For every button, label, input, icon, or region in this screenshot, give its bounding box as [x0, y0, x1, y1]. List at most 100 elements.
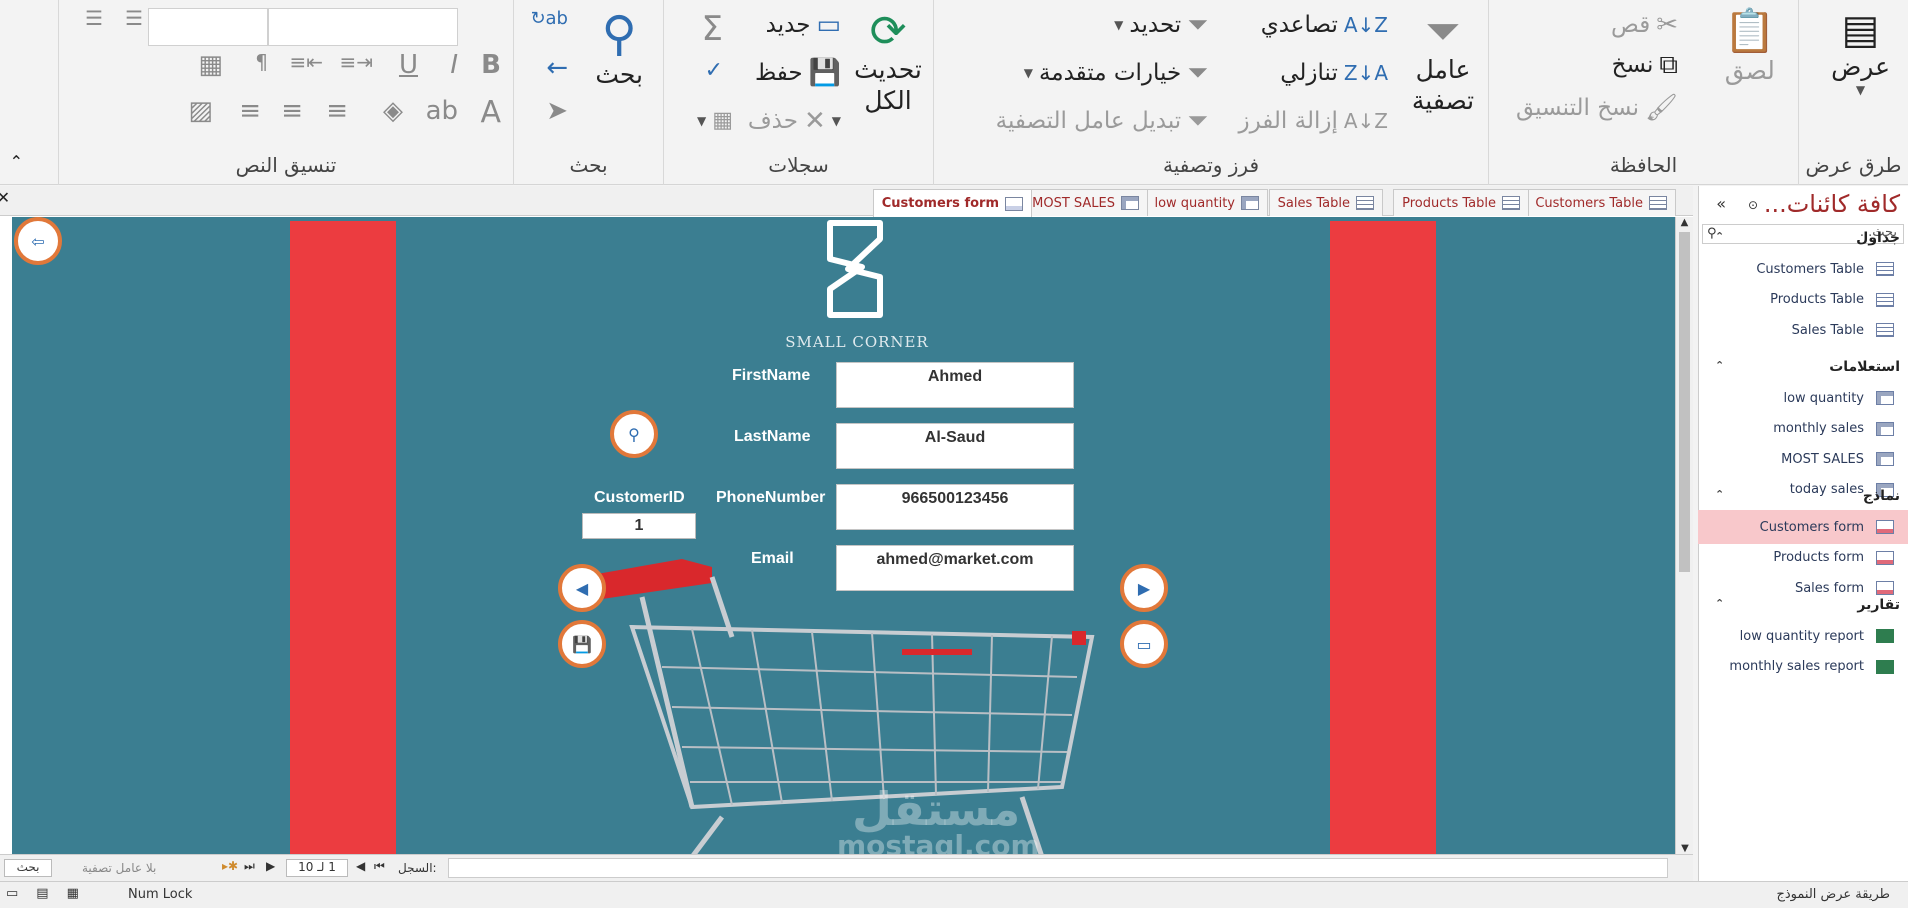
first-record-icon[interactable]: ⏮ — [374, 859, 385, 874]
last-record-icon[interactable]: ⏭ — [244, 859, 255, 874]
new-record-button[interactable]: ▭ جديد — [766, 12, 841, 38]
view-mode-icons[interactable]: ▭▤▦ — [6, 886, 97, 901]
indent-button[interactable]: ⇥≡ — [339, 52, 373, 72]
tab-low-quantity[interactable]: low quantity — [1145, 189, 1268, 216]
alt-row-icon: ▨ — [188, 96, 213, 126]
ascending-button[interactable]: A↓Z تصاعدي — [1261, 12, 1388, 38]
pane-item[interactable]: Products form — [1698, 541, 1908, 575]
spelling-button[interactable]: ✓ — [705, 60, 723, 82]
pane-item[interactable]: Customers form — [1698, 510, 1908, 544]
pane-menu-icon[interactable]: ⊙ — [1748, 198, 1758, 212]
new-record-form-button[interactable]: ▭ — [1120, 620, 1168, 668]
tab-products-table[interactable]: Products Table — [1393, 189, 1529, 216]
find-button[interactable]: ⚲ بحث — [595, 10, 643, 89]
more-records-button[interactable]: ▦ ▼ — [697, 110, 733, 132]
next-record-icon[interactable]: ▶ — [266, 859, 275, 873]
italic-button[interactable]: I — [450, 52, 458, 78]
toggle-filter-button[interactable]: ⏷ تبديل عامل التصفية — [996, 108, 1208, 134]
pane-item[interactable]: monthly sales report — [1698, 650, 1908, 684]
pane-title[interactable]: كافة كائنات... — [1764, 190, 1900, 218]
report-icon — [1876, 659, 1894, 674]
paragraph-button[interactable]: ¶ — [255, 52, 268, 72]
horizontal-scrollbar[interactable] — [448, 858, 1668, 878]
prev-record-icon[interactable]: ◀ — [356, 859, 365, 873]
lastname-field[interactable]: Al-Saud — [836, 423, 1074, 469]
scroll-thumb[interactable] — [1679, 232, 1690, 572]
format-painter-label: نسخ التنسيق — [1515, 95, 1639, 121]
vertical-scrollbar[interactable]: ▲ ▼ — [1675, 217, 1693, 854]
pane-section-header[interactable]: استعلامات ⌃ — [1705, 359, 1900, 375]
tab-customers-table[interactable]: Customers Table — [1526, 189, 1676, 216]
paste-icon: 📋 — [1723, 6, 1776, 55]
font-color-button[interactable]: A — [480, 98, 501, 128]
underline-button[interactable]: U — [399, 52, 418, 78]
goto-button[interactable]: ← — [546, 55, 568, 81]
pane-item[interactable]: low quantity report — [1698, 619, 1908, 653]
indent-icon: ⇥≡ — [339, 50, 373, 74]
firstname-field[interactable]: Ahmed — [836, 362, 1074, 408]
cursor-icon: ➤ — [546, 96, 568, 126]
align-center-button[interactable]: ≡ — [281, 98, 303, 124]
pane-item[interactable]: Sales Table — [1698, 313, 1908, 347]
alt-row-color-button[interactable]: ▨ — [188, 98, 213, 124]
totals-button[interactable]: Σ — [702, 12, 723, 46]
descending-button[interactable]: Z↓A تنازلي — [1280, 60, 1388, 86]
nav-search-box[interactable]: بحث — [4, 859, 52, 877]
remove-sort-button[interactable]: A↓Z إزالة الفرز — [1238, 108, 1388, 134]
font-size-box[interactable] — [148, 8, 268, 46]
selection-filter-icon: ⏷ — [1187, 10, 1208, 40]
filter-button[interactable]: ⏷ عامل تصفية — [1408, 10, 1478, 117]
new-record-nav-icon[interactable]: ▸✱ — [222, 859, 238, 873]
triangle-right-icon: ▶ — [1137, 578, 1151, 598]
replace-button[interactable]: ab↻ — [530, 10, 568, 28]
advanced-button[interactable]: ⏷ خيارات متقدمة ▼ — [1024, 60, 1208, 86]
pane-item[interactable]: Products Table — [1698, 283, 1908, 317]
pane-item[interactable]: MOST SALES — [1698, 442, 1908, 476]
delete-record-button[interactable]: ▼ ✕ حذف — [748, 108, 841, 134]
pane-item[interactable]: Customers Table — [1698, 252, 1908, 286]
select-button[interactable]: ➤ — [546, 98, 568, 124]
scroll-down-icon[interactable]: ▼ — [1676, 843, 1694, 854]
tab-customers-form[interactable]: Customers form — [872, 189, 1032, 217]
view-button[interactable]: ▤ عرض ▼ — [1831, 10, 1890, 97]
gridlines-button[interactable]: ▦ — [198, 52, 223, 78]
bullets-button[interactable]: ☰ — [85, 8, 103, 28]
cut-button[interactable]: ✂ قص — [1611, 12, 1678, 38]
filter-status[interactable]: بلا عامل تصفية — [82, 861, 156, 875]
refresh-all-button[interactable]: ⟳ تحديث الكل — [853, 10, 923, 117]
bold-button[interactable]: B — [481, 52, 501, 78]
close-tab-button[interactable]: ✕ — [0, 188, 10, 207]
pane-section-header[interactable]: جداول ⌃ — [1705, 230, 1900, 246]
copy-button[interactable]: ⧉ نسخ — [1612, 52, 1678, 78]
toggle-filter-label: تبديل عامل التصفية — [995, 108, 1182, 134]
pane-item[interactable]: monthly sales — [1698, 412, 1908, 446]
search-record-button[interactable]: ⚲ — [610, 410, 658, 458]
customerid-field[interactable]: 1 — [582, 513, 696, 539]
numbering-button[interactable]: ☰ — [125, 8, 143, 28]
highlight-button[interactable]: ab — [426, 98, 458, 124]
next-record-button[interactable]: ▶ — [1120, 564, 1168, 612]
tab-sales-table[interactable]: Sales Table — [1268, 189, 1383, 216]
selection-button[interactable]: ⏷ تحديد ▼ — [1114, 12, 1208, 38]
fill-color-button[interactable]: ◈ — [383, 98, 403, 124]
pane-collapse-icon[interactable]: » — [1716, 194, 1726, 213]
pane-section-header[interactable]: تقارير ⌃ — [1705, 597, 1900, 613]
form-icon — [1005, 196, 1023, 211]
scroll-up-icon[interactable]: ▲ — [1676, 217, 1693, 228]
format-painter-button[interactable]: 🖌 نسخ التنسيق — [1516, 95, 1678, 121]
tab-most-sales[interactable]: MOST SALES — [1023, 189, 1148, 216]
save-record-button[interactable]: 💾 حفظ — [755, 60, 841, 86]
font-name-box[interactable] — [268, 8, 458, 46]
pane-section-header[interactable]: نماذج ⌃ — [1705, 488, 1900, 504]
current-record-box[interactable]: 1 لـ 10 — [286, 859, 348, 877]
align-right-button[interactable]: ≡ — [326, 98, 348, 124]
phone-field[interactable]: 966500123456 — [836, 484, 1074, 530]
outdent-button[interactable]: ⇤≡ — [289, 52, 323, 72]
pane-item[interactable]: low quantity — [1698, 381, 1908, 415]
save-record-form-button[interactable]: 💾 — [558, 620, 606, 668]
exit-button[interactable]: ⇦ — [14, 217, 62, 265]
paste-button[interactable]: 📋 لصق — [1723, 6, 1776, 86]
collapse-ribbon-button[interactable]: ⌃ — [10, 152, 23, 171]
previous-record-button[interactable]: ◀ — [558, 564, 606, 612]
align-left-button[interactable]: ≡ — [239, 98, 261, 124]
